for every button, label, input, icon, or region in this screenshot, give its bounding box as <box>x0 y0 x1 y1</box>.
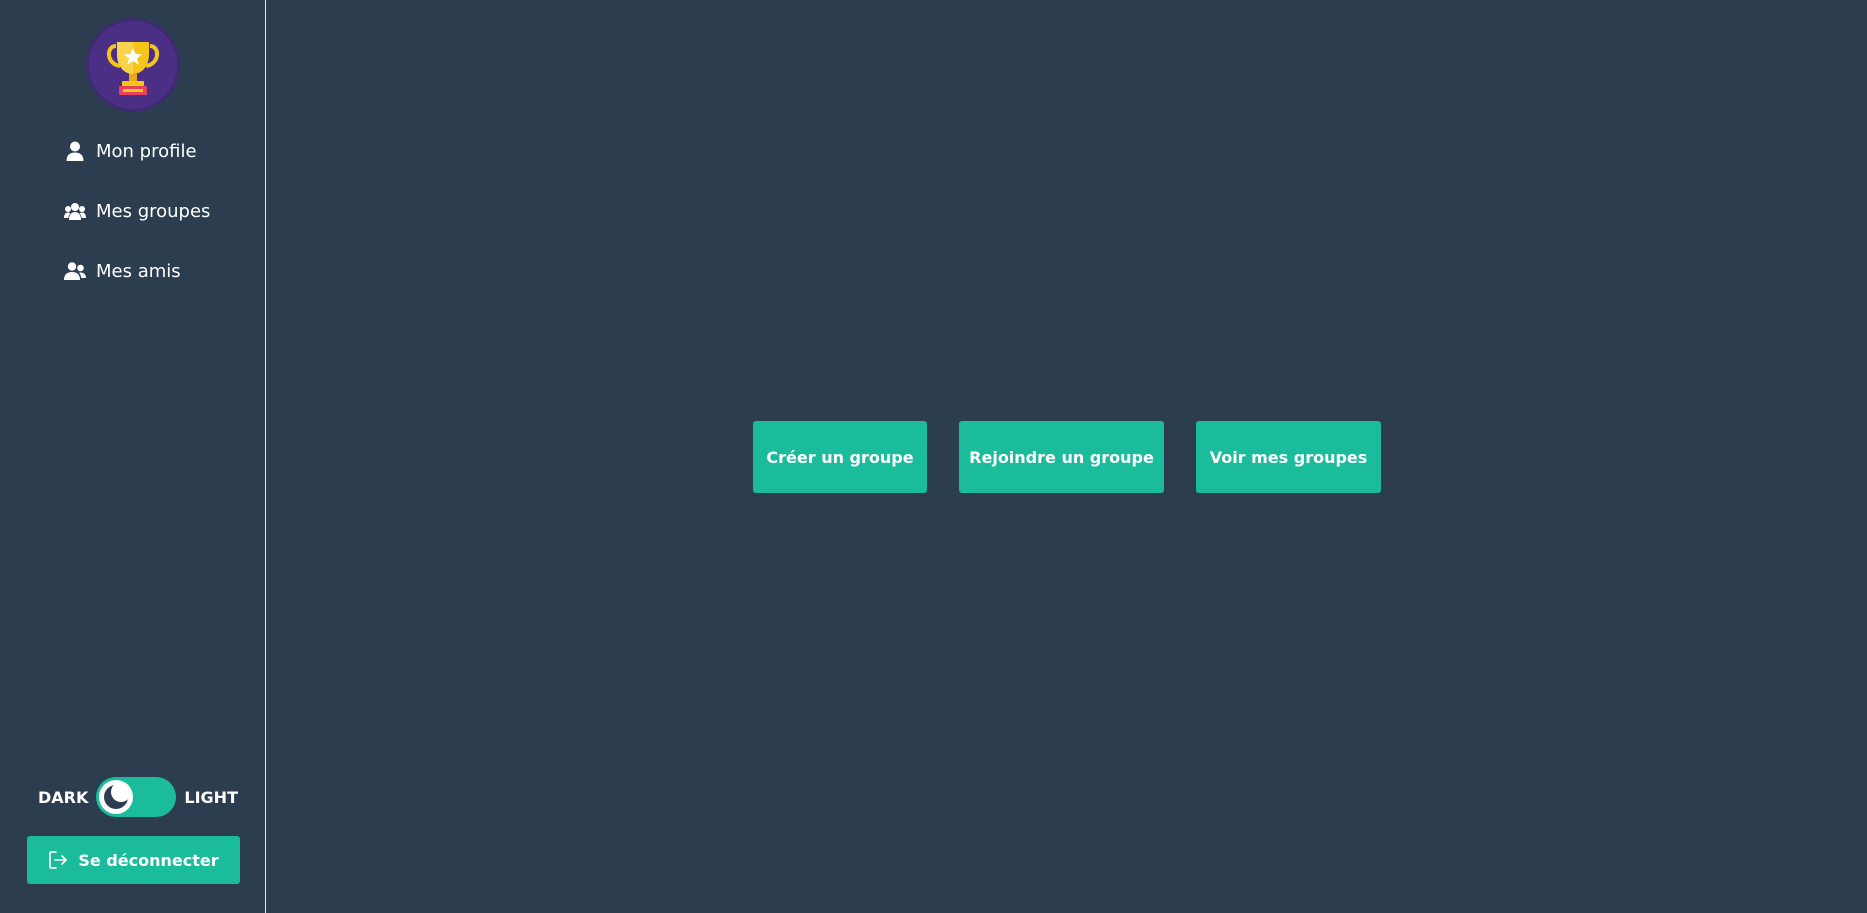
theme-switcher: DARK LIGHT <box>38 777 238 817</box>
view-groups-label: Voir mes groupes <box>1209 447 1368 467</box>
create-group-button[interactable]: Créer un groupe <box>753 421 927 493</box>
logout-button[interactable]: Se déconnecter <box>27 836 240 884</box>
join-group-label: Rejoindre un groupe <box>969 447 1154 467</box>
theme-toggle[interactable] <box>96 777 177 817</box>
user-friends-icon <box>64 260 86 282</box>
app-logo[interactable] <box>86 18 180 112</box>
create-group-label: Créer un groupe <box>766 447 914 467</box>
app-window: Mon profile Mes groupes Mes amis DARK LI… <box>0 0 1867 913</box>
trophy-icon <box>107 42 159 95</box>
theme-dark-label: DARK <box>38 787 89 807</box>
users-group-icon <box>64 200 86 222</box>
join-group-button[interactable]: Rejoindre un groupe <box>959 421 1164 493</box>
sidebar-item-profile[interactable]: Mon profile <box>64 136 197 166</box>
sidebar: Mon profile Mes groupes Mes amis DARK LI… <box>0 0 266 913</box>
theme-light-label: LIGHT <box>184 787 238 807</box>
moon-icon <box>104 782 132 809</box>
sidebar-item-label: Mon profile <box>96 140 197 162</box>
view-groups-button[interactable]: Voir mes groupes <box>1196 421 1381 493</box>
sidebar-item-label: Mes groupes <box>96 200 211 222</box>
sign-out-icon <box>48 850 68 870</box>
sidebar-item-groups[interactable]: Mes groupes <box>64 196 210 226</box>
sidebar-item-friends[interactable]: Mes amis <box>64 256 181 286</box>
toggle-knob <box>99 780 134 814</box>
sidebar-item-label: Mes amis <box>96 260 181 282</box>
user-icon <box>64 140 86 162</box>
logout-label: Se déconnecter <box>78 850 219 870</box>
